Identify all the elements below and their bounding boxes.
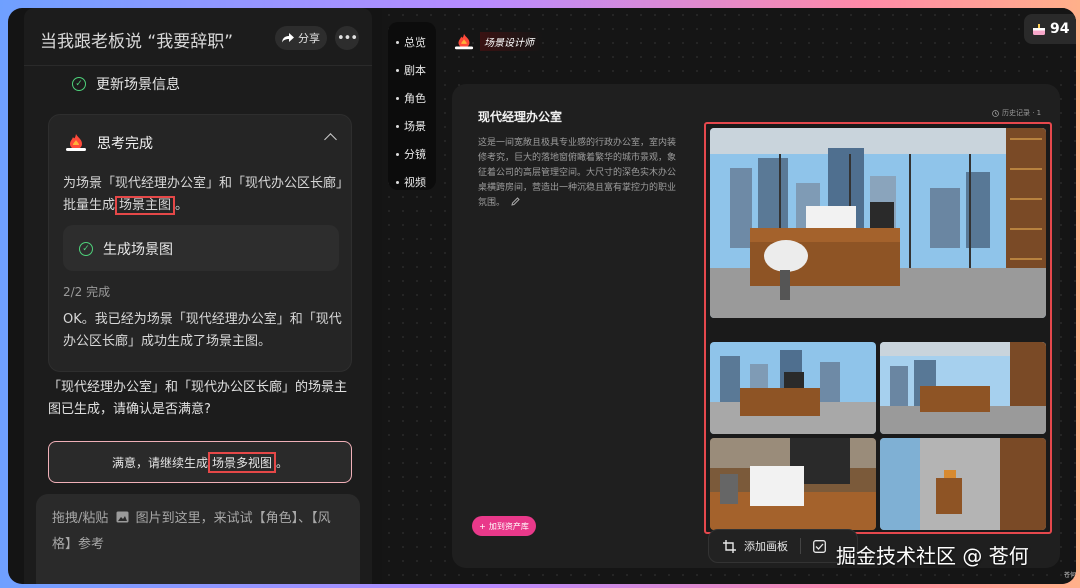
nav-item-scene[interactable]: 场景 (396, 118, 426, 134)
plus-icon: + (479, 521, 486, 531)
corner-watermark: 苍何 (1064, 572, 1076, 579)
thinking-text-end: 。 (175, 198, 189, 213)
checkbox-icon[interactable] (813, 539, 826, 553)
thinking-card: 思考完成 为场景「现代经理办公室」和「现代办公区长廊」批量生成 场景主图。 ✓ 生… (48, 114, 352, 372)
office-thumbnail (710, 438, 876, 530)
progress-text: 2/2 完成 (63, 285, 111, 299)
flame-icon (454, 33, 474, 49)
scene-designer-label: 场景设计师 (480, 32, 542, 51)
scene-main-image[interactable] (710, 128, 1046, 318)
check-circle-icon: ✓ (72, 77, 86, 91)
add-board-button[interactable]: 添加画板 (744, 538, 788, 554)
continue-multiview-button[interactable]: 满意，请继续生成 场景多视图。 (48, 441, 352, 483)
scene-designer-tag: 场景设计师 (454, 32, 542, 51)
input-placeholder-part1: 拖拽/粘贴 (52, 511, 109, 526)
nav-label: 场景 (404, 120, 426, 133)
dot-icon (396, 68, 399, 72)
app-window: 当我跟老板说 “我要辞职” 分享 ••• ✓ 更新场景信息 思考完成 为场景「现… (8, 8, 1076, 584)
chat-header: 当我跟老板说 “我要辞职” 分享 ••• (24, 8, 372, 66)
watermark: 掘金技术社区 @ 苍何 (836, 544, 1029, 568)
scene-description: 这是一间宽敞且极具专业感的行政办公室，室内装修考究，巨大的落地窗俯瞰着繁华的城市… (478, 136, 678, 211)
history-label: 历史记录 · 1 (1002, 109, 1042, 117)
history-link[interactable]: 历史记录 · 1 (992, 108, 1041, 118)
nav-label: 角色 (404, 92, 426, 105)
thinking-text-body: 为场景「现代经理办公室」和「现代办公区长廊」批量生成 (63, 176, 343, 213)
chat-input[interactable]: 拖拽/粘贴 图片到这里，来试试【角色】、【风格】参考 (36, 494, 360, 584)
share-label: 分享 (298, 32, 320, 45)
nav-item-character[interactable]: 角色 (396, 90, 426, 106)
more-options-button[interactable]: ••• (335, 26, 359, 50)
toolbar-divider (800, 538, 801, 554)
share-button[interactable]: 分享 (275, 26, 327, 50)
assistant-reply: OK。我已经为场景「现代经理办公室」和「现代办公区长廊」成功生成了场景主图。 (63, 312, 342, 349)
scene-view-thumbnail-3[interactable] (710, 438, 876, 530)
generate-step-label: 生成场景图 (103, 242, 173, 258)
confirm-question: 「现代经理办公室」和「现代办公区长廊」的场景主图已生成，请确认是否满意? (48, 380, 348, 417)
thinking-title: 思考完成 (97, 136, 153, 152)
nav-item-script[interactable]: 剧本 (396, 62, 426, 78)
check-circle-icon: ✓ (79, 242, 93, 256)
clock-icon (992, 109, 999, 117)
thinking-text: 为场景「现代经理办公室」和「现代办公区长廊」批量生成 场景主图。 (63, 173, 343, 217)
nav-label: 剧本 (404, 64, 426, 77)
scene-description-text: 这是一间宽敞且极具专业感的行政办公室，室内装修考究，巨大的落地窗俯瞰着繁华的城市… (478, 138, 677, 208)
flame-icon (66, 134, 86, 151)
cake-icon (1033, 23, 1045, 35)
points-value: 94 (1050, 21, 1070, 37)
scene-view-thumbnail-4[interactable] (880, 438, 1046, 530)
canvas-area[interactable]: 总览 剧本 角色 场景 分镜 视频 场景设计师 94 现代经理办公室 这是一间宽… (382, 8, 1076, 584)
chat-panel: 当我跟老板说 “我要辞职” 分享 ••• ✓ 更新场景信息 思考完成 为场景「现… (24, 8, 372, 584)
nav-item-video[interactable]: 视频 (396, 174, 426, 190)
office-illustration (710, 128, 1046, 318)
nav-item-overview[interactable]: 总览 (396, 34, 426, 50)
generated-images-frame (704, 122, 1052, 534)
highlight-scene-main-image: 场景主图 (115, 196, 176, 215)
scene-title: 现代经理办公室 (478, 110, 563, 124)
thinking-header[interactable]: 思考完成 (65, 133, 153, 153)
dot-icon (396, 152, 399, 156)
generate-scene-image-step: ✓ 生成场景图 (63, 225, 339, 271)
side-nav: 总览 剧本 角色 场景 分镜 视频 (388, 22, 436, 190)
pencil-icon[interactable] (511, 197, 520, 206)
scene-view-thumbnail-1[interactable] (710, 342, 876, 434)
highlight-multiview: 场景多视图 (207, 451, 276, 473)
points-badge[interactable]: 94 (1024, 14, 1076, 44)
nav-label: 分镜 (404, 148, 426, 161)
chevron-up-icon[interactable] (324, 133, 337, 146)
cta-text: 满意，请继续生成 (111, 455, 208, 470)
dot-icon (396, 40, 399, 44)
generate-step-row: ✓ 生成场景图 (79, 239, 173, 259)
update-scene-item: ✓ 更新场景信息 (72, 74, 180, 94)
office-thumbnail (880, 342, 1046, 434)
office-thumbnail (880, 438, 1046, 530)
scene-view-thumbnail-2[interactable] (880, 342, 1046, 434)
dot-icon (396, 124, 399, 128)
chat-title: 当我跟老板说 “我要辞职” (40, 32, 234, 52)
dot-icon (396, 180, 399, 184)
nav-label: 总览 (404, 36, 426, 49)
add-to-asset-library-button[interactable]: + 加到资产库 (472, 516, 536, 536)
cta-end: 。 (276, 455, 289, 470)
image-icon (116, 511, 129, 523)
office-thumbnail (710, 342, 876, 434)
add-asset-label: 加到资产库 (488, 521, 529, 531)
update-scene-label: 更新场景信息 (96, 77, 180, 93)
crop-frame-icon (723, 539, 736, 553)
scene-card: 现代经理办公室 这是一间宽敞且极具专业感的行政办公室，室内装修考究，巨大的落地窗… (452, 84, 1060, 568)
nav-item-storyboard[interactable]: 分镜 (396, 146, 426, 162)
share-arrow-icon (282, 33, 294, 43)
dot-icon (396, 96, 399, 100)
nav-label: 视频 (404, 176, 426, 189)
